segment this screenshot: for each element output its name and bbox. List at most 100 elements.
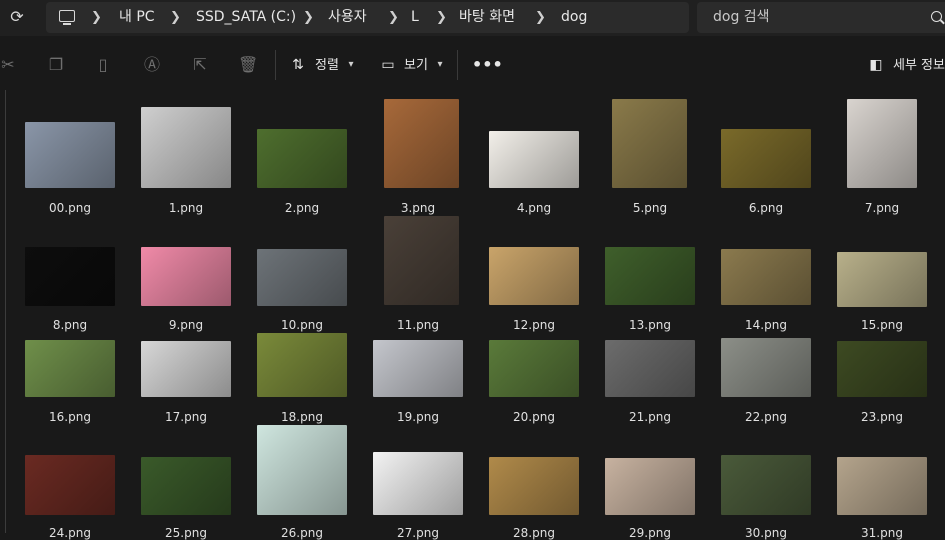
file-thumbnail [373,340,463,397]
file-name: 4.png [516,201,552,215]
file-thumbnail [25,122,115,188]
rename-icon[interactable]: Ⓐ [142,54,162,76]
toolbar-divider [457,50,458,80]
chevron-down-icon[interactable]: ▾ [341,54,361,76]
file-name: 15.png [861,318,903,332]
file-name: 28.png [513,526,555,540]
file-thumbnail [141,107,231,188]
breadcrumb-item-desktop[interactable]: 바탕 화면 [459,2,515,33]
file-name: 8.png [52,318,88,332]
file-name: 29.png [629,526,671,540]
refresh-icon[interactable]: ⟳ [8,8,26,26]
file-thumbnail [141,457,231,515]
chevron-right-icon[interactable]: ❯ [303,2,314,33]
breadcrumb-item-drive[interactable]: SSD_SATA (C:) [196,2,296,33]
file-thumbnail [489,131,579,188]
file-thumbnail [141,341,231,397]
view-button[interactable]: 보기 [404,56,428,76]
address-bar: ⟳ ❯ 내 PC ❯ SSD_SATA (C:) ❯ 사용자 ❯ L ❯ 바탕 … [0,0,945,36]
chevron-down-icon[interactable]: ▾ [430,54,450,76]
delete-icon[interactable]: 🗑 [238,54,258,76]
file-name: 30.png [745,526,787,540]
breadcrumb-item-users[interactable]: 사용자 [328,2,367,33]
cut-icon[interactable]: ✂ [0,54,18,76]
file-name: 14.png [745,318,787,332]
file-thumbnail [721,455,811,515]
file-name: 24.png [49,526,91,540]
file-thumbnail [25,247,115,306]
file-name: 21.png [629,410,671,424]
file-thumbnail [257,129,347,188]
file-thumbnail [25,455,115,515]
file-thumbnail [605,458,695,515]
file-thumbnail [141,247,231,306]
file-name: 3.png [400,201,436,215]
file-name: 5.png [632,201,668,215]
file-thumbnail [373,452,463,515]
file-name: 12.png [513,318,555,332]
breadcrumb-item-user[interactable]: L [411,2,419,33]
file-name: 00.png [49,201,91,215]
details-pane-icon[interactable]: ◧ [866,54,886,76]
file-thumbnail [612,99,687,188]
file-thumbnail [721,129,811,188]
file-thumbnail [257,425,347,515]
file-thumbnail [837,457,927,515]
file-thumbnail [605,247,695,305]
file-name: 18.png [281,410,323,424]
file-name: 2.png [284,201,320,215]
file-thumbnail [489,457,579,515]
file-name: 22.png [745,410,787,424]
search-placeholder: dog 검색 [713,9,770,25]
details-button[interactable]: 세부 정보 [893,56,945,76]
file-name: 6.png [748,201,784,215]
file-name: 11.png [397,318,439,332]
file-grid: 00.png 1.png 2.png 3.png 4.png 5.png 6.png 7.pn… [0,88,945,540]
file-name: 9.png [168,318,204,332]
sort-icon[interactable]: ⇅ [288,54,308,76]
file-name: 13.png [629,318,671,332]
view-icon[interactable]: ▭ [378,54,398,76]
file-name: 1.png [168,201,204,215]
chevron-right-icon[interactable]: ❯ [170,2,181,33]
file-name: 23.png [861,410,903,424]
chevron-right-icon[interactable]: ❯ [436,2,447,33]
breadcrumb[interactable]: ❯ 내 PC ❯ SSD_SATA (C:) ❯ 사용자 ❯ L ❯ 바탕 화면… [46,2,689,33]
file-thumbnail [489,247,579,305]
file-thumbnail [605,340,695,397]
file-thumbnail [721,338,811,397]
file-name: 25.png [165,526,207,540]
more-options-icon[interactable]: ••• [472,54,503,76]
file-name: 27.png [397,526,439,540]
file-thumbnail [837,252,927,307]
file-thumbnail [384,99,459,188]
file-thumbnail [25,340,115,397]
search-icon[interactable] [931,11,942,22]
toolbar-divider [275,50,276,80]
chevron-right-icon[interactable]: ❯ [388,2,399,33]
file-name: 7.png [864,201,900,215]
file-name: 19.png [397,410,439,424]
chevron-right-icon[interactable]: ❯ [535,2,546,33]
file-thumbnail [384,216,459,305]
file-name: 20.png [513,410,555,424]
file-thumbnail [837,341,927,397]
copy-icon[interactable]: ❐ [46,54,66,76]
search-input[interactable]: dog 검색 [697,2,945,33]
file-name: 17.png [165,410,207,424]
file-thumbnail [847,99,917,188]
chevron-right-icon[interactable]: ❯ [91,2,102,33]
paste-icon[interactable]: ▯ [93,54,113,76]
pc-icon [59,10,75,25]
file-thumbnail [721,249,811,305]
breadcrumb-item-pc[interactable]: 내 PC [119,2,155,33]
file-thumbnail [489,340,579,397]
file-name: 16.png [49,410,91,424]
share-icon[interactable]: ⇱ [190,54,210,76]
file-thumbnail [257,333,347,397]
file-thumbnail [257,249,347,306]
breadcrumb-item-dog[interactable]: dog [561,2,587,33]
file-name: 31.png [861,526,903,540]
command-bar: ✂ ❐ ▯ Ⓐ ⇱ 🗑 ⇅ 정렬 ▾ ▭ 보기 ▾ ••• ◧ 세부 정보 [0,44,945,88]
sort-button[interactable]: 정렬 [315,56,339,76]
